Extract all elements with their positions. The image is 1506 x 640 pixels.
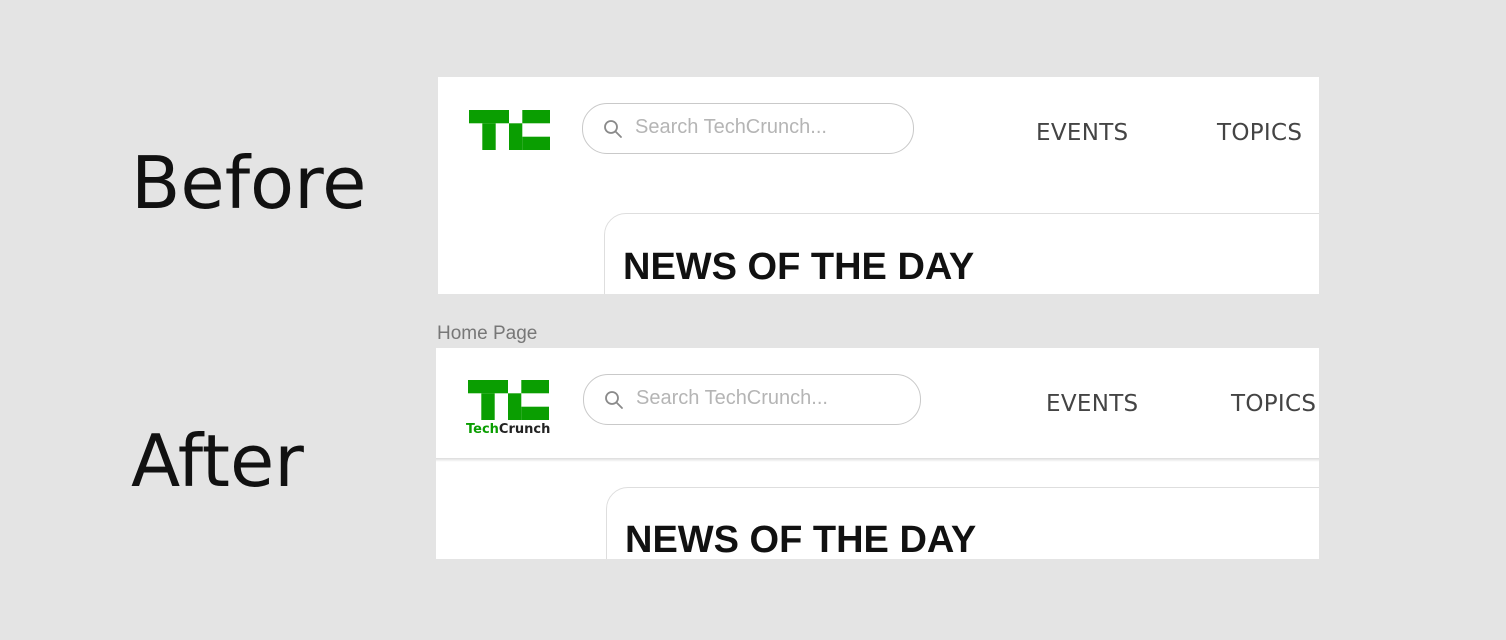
after-screenshot-panel: TechCrunch EVENTS TOPICS NEWS OF THE DAY [436,348,1319,559]
techcrunch-logo-icon[interactable] [469,110,550,150]
news-card: NEWS OF THE DAY [604,213,1319,294]
search-icon [605,391,623,409]
news-card-title: NEWS OF THE DAY [625,519,977,559]
search-field[interactable] [583,374,921,425]
before-label: Before [131,141,367,225]
nav-topics[interactable]: TOPICS [1231,391,1316,417]
search-icon [604,120,622,138]
news-card: NEWS OF THE DAY [606,487,1319,559]
nav-events[interactable]: EVENTS [1046,391,1138,417]
search-input[interactable] [636,383,896,413]
nav-topics[interactable]: TOPICS [1217,120,1302,146]
nav-events[interactable]: EVENTS [1036,120,1128,146]
techcrunch-logo-icon[interactable] [467,380,550,420]
before-screenshot-panel: EVENTS TOPICS NEWS OF THE DAY [438,77,1319,294]
search-input[interactable] [635,112,895,142]
wordmark-tech: Tech [466,422,499,437]
after-label: After [131,419,304,503]
header-divider [436,458,1319,462]
news-card-title: NEWS OF THE DAY [623,246,975,288]
techcrunch-wordmark[interactable]: TechCrunch [466,422,550,437]
frame-caption: Home Page [437,323,538,344]
search-field[interactable] [582,103,914,154]
wordmark-crunch: Crunch [498,422,551,437]
